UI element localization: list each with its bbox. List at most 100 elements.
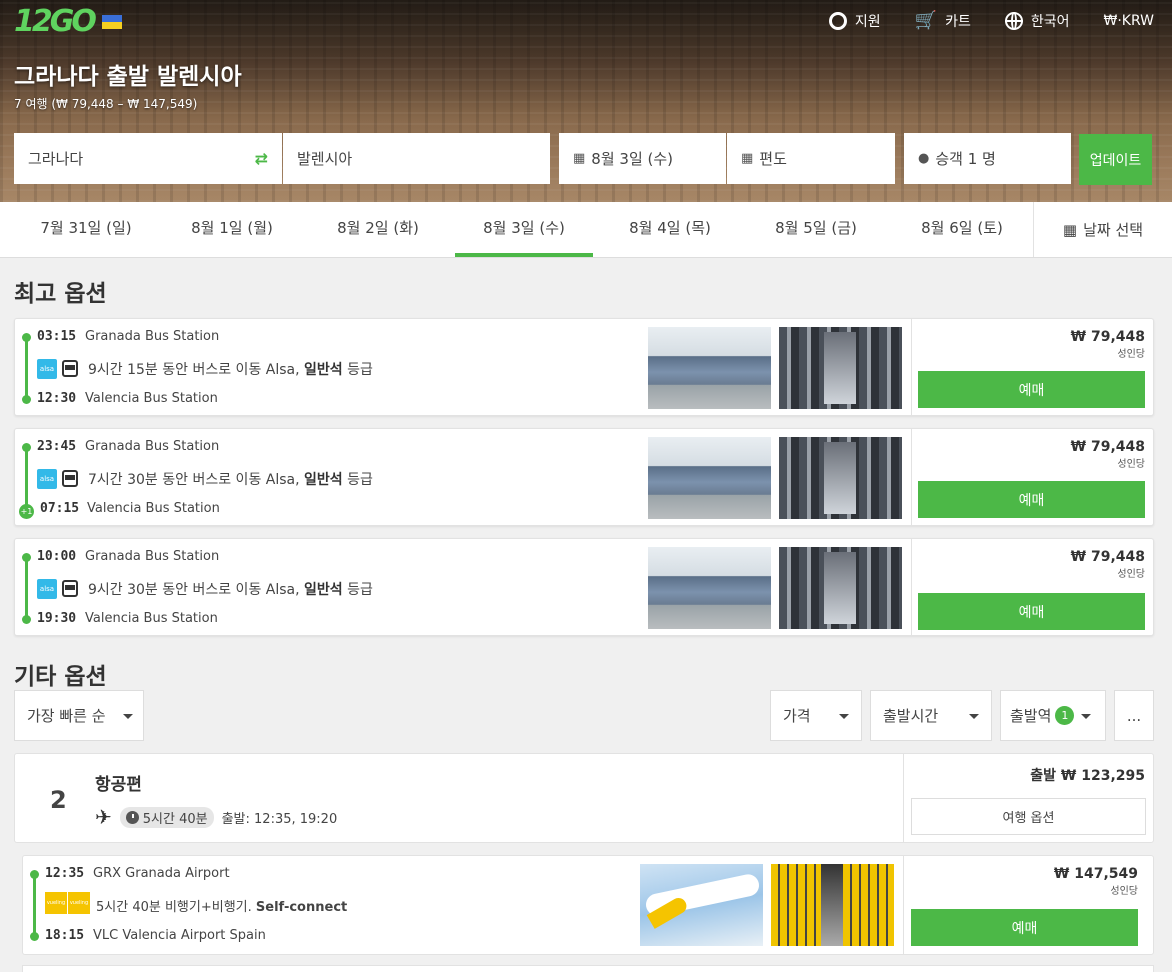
date-tab[interactable]: 8월 2일 (화) bbox=[305, 202, 451, 257]
timeline bbox=[25, 336, 28, 400]
trip-card[interactable]: 03:15 Granada Bus Station alsa 9시간 15분 동… bbox=[14, 318, 1154, 416]
lifebuoy-icon bbox=[828, 11, 847, 30]
departure-dot bbox=[30, 870, 39, 879]
more-filters-button[interactable]: ... bbox=[1114, 690, 1154, 741]
arrival-time: 12:30 bbox=[37, 391, 77, 406]
trip-description: 9시간 15분 동안 버스로 이동 Alsa, 일반석 등급 bbox=[88, 359, 373, 379]
date-tab[interactable]: 8월 4일 (목) bbox=[597, 202, 743, 257]
departure-station: Granada Bus Station bbox=[85, 439, 220, 454]
bus-interior-photo[interactable] bbox=[779, 547, 902, 629]
station-filter[interactable]: 출발역 1 bbox=[1000, 690, 1106, 741]
flight-card[interactable]: 12:35 GRX Granada Airport vueling vuelin… bbox=[22, 855, 1154, 955]
departure-station: Granada Bus Station bbox=[85, 549, 220, 564]
price: ₩ 147,549 bbox=[1053, 866, 1138, 882]
to-field[interactable]: 발렌시아 bbox=[283, 133, 550, 184]
bus-interior-photo[interactable] bbox=[779, 437, 902, 519]
chevron-down-icon bbox=[969, 714, 979, 719]
date-tab[interactable]: 7월 31일 (일) bbox=[13, 202, 159, 257]
calendar-icon: ▦ bbox=[741, 151, 754, 166]
calendar-icon: ▦ bbox=[573, 151, 586, 166]
globe-icon bbox=[1004, 11, 1023, 30]
to-value: 발렌시아 bbox=[297, 150, 353, 168]
price-filter[interactable]: 가격 bbox=[770, 690, 862, 741]
next-day-badge: +1 bbox=[19, 504, 34, 519]
trip-description: 7시간 30분 동안 버스로 이동 Alsa, 일반석 등급 bbox=[88, 469, 373, 489]
timeline bbox=[25, 446, 28, 510]
nav-support[interactable]: 지원 bbox=[828, 10, 881, 31]
book-button[interactable]: 예매 bbox=[918, 371, 1145, 408]
alsa-logo-icon: alsa bbox=[37, 469, 57, 489]
date-picker-button[interactable]: ▦ 날짜 선택 bbox=[1033, 202, 1172, 257]
arrival-dot bbox=[22, 395, 31, 404]
sort-select[interactable]: 가장 빠른 순 bbox=[14, 690, 144, 741]
top-nav: 지원 🛒 카트 한국어 ₩·KRW bbox=[828, 10, 1154, 31]
arrival-time: 07:15 bbox=[40, 501, 80, 516]
best-options-heading: 최고 옵션 bbox=[14, 281, 107, 307]
departure-times: 출발: 12:35, 19:20 bbox=[221, 811, 338, 827]
time-filter[interactable]: 출발시간 bbox=[870, 690, 992, 741]
divider bbox=[903, 856, 904, 954]
group-price: 출발 ₩ 123,295 bbox=[1030, 768, 1145, 784]
nav-currency[interactable]: ₩·KRW bbox=[1104, 10, 1154, 31]
arrival-time: 19:30 bbox=[37, 611, 77, 626]
bus-exterior-photo[interactable] bbox=[648, 327, 771, 409]
time-filter-label: 출발시간 bbox=[883, 707, 939, 725]
date-tabs: 7월 31일 (일) 8월 1일 (월) 8월 2일 (화) 8월 3일 (수)… bbox=[0, 202, 1172, 258]
price: ₩ 79,448 bbox=[1070, 439, 1145, 455]
alsa-logo-icon: alsa bbox=[37, 359, 57, 379]
airplane-photo[interactable] bbox=[640, 864, 763, 946]
price-block: ₩ 79,448 성인당 bbox=[1071, 549, 1145, 580]
date-tab[interactable]: 8월 5일 (금) bbox=[743, 202, 889, 257]
bus-icon bbox=[62, 580, 78, 597]
from-field[interactable]: 그라나다 ⇄ bbox=[14, 133, 282, 184]
date-field[interactable]: ▦ 8월 3일 (수) bbox=[559, 133, 726, 184]
trip-options-button[interactable]: 여행 옵션 bbox=[911, 798, 1146, 835]
sort-label: 가장 빠른 순 bbox=[27, 707, 106, 725]
trip-card[interactable]: 10:00 Granada Bus Station alsa 9시간 30분 동… bbox=[14, 538, 1154, 636]
trip-type-value: 편도 bbox=[759, 150, 787, 168]
logo[interactable]: 12GO bbox=[14, 4, 122, 39]
swap-icon[interactable]: ⇄ bbox=[255, 149, 268, 168]
update-button[interactable]: 업데이트 bbox=[1079, 134, 1152, 185]
nav-cart[interactable]: 🛒 카트 bbox=[915, 10, 971, 31]
trip-type-field[interactable]: ▦ 편도 bbox=[727, 133, 895, 184]
nav-language[interactable]: 한국어 bbox=[1004, 10, 1070, 31]
self-connect-label: Self-connect bbox=[255, 900, 348, 915]
group-details: ✈ 5시간 40분 출발: 12:35, 19:20 bbox=[95, 805, 337, 829]
departure-time: 10:00 bbox=[37, 549, 77, 564]
price: ₩ 79,448 bbox=[1070, 549, 1145, 565]
passengers-field[interactable]: ● 승객 1 명 bbox=[904, 133, 1071, 184]
nav-cart-label: 카트 bbox=[945, 13, 971, 30]
bus-icon bbox=[62, 360, 78, 377]
date-tab[interactable]: 8월 6일 (토) bbox=[889, 202, 1035, 257]
arrival-station: Valencia Bus Station bbox=[87, 501, 220, 516]
bus-interior-photo[interactable] bbox=[779, 327, 902, 409]
nav-language-label: 한국어 bbox=[1030, 13, 1070, 30]
page-subtitle: 7 여행 (₩ 79,448 – ₩ 147,549) bbox=[14, 97, 198, 111]
ukraine-flag-icon bbox=[101, 14, 122, 29]
desc-text: 7시간 30분 동안 버스로 이동 Alsa, bbox=[88, 472, 300, 488]
date-tab[interactable]: 8월 1일 (월) bbox=[159, 202, 305, 257]
book-button[interactable]: 예매 bbox=[918, 593, 1145, 630]
bus-exterior-photo[interactable] bbox=[648, 437, 771, 519]
desc-suffix: 등급 bbox=[347, 582, 373, 598]
trip-card[interactable]: +1 23:45 Granada Bus Station alsa 7시간 30… bbox=[14, 428, 1154, 526]
cabin-photo[interactable] bbox=[771, 864, 894, 946]
cart-icon: 🛒 bbox=[914, 10, 938, 31]
book-button[interactable]: 예매 bbox=[911, 909, 1138, 946]
departure-dot bbox=[22, 443, 31, 452]
vueling-logo-icon: vueling bbox=[45, 892, 67, 914]
departure-time: 03:15 bbox=[37, 329, 77, 344]
bus-exterior-photo[interactable] bbox=[648, 547, 771, 629]
departure-station: Granada Bus Station bbox=[85, 329, 220, 344]
price: ₩ 79,448 bbox=[1070, 329, 1145, 345]
divider bbox=[911, 319, 912, 415]
flight-group-card[interactable]: 2 항공편 ✈ 5시간 40분 출발: 12:35, 19:20 출발 ₩ 12… bbox=[14, 753, 1154, 843]
chevron-down-icon bbox=[839, 714, 849, 719]
arrival-dot bbox=[22, 615, 31, 624]
book-button[interactable]: 예매 bbox=[918, 481, 1145, 518]
arrival-station: Valencia Bus Station bbox=[85, 391, 218, 406]
price-block: ₩ 147,549 성인당 bbox=[1054, 866, 1138, 897]
timeline bbox=[25, 556, 28, 620]
date-tab-active[interactable]: 8월 3일 (수) bbox=[451, 202, 597, 257]
